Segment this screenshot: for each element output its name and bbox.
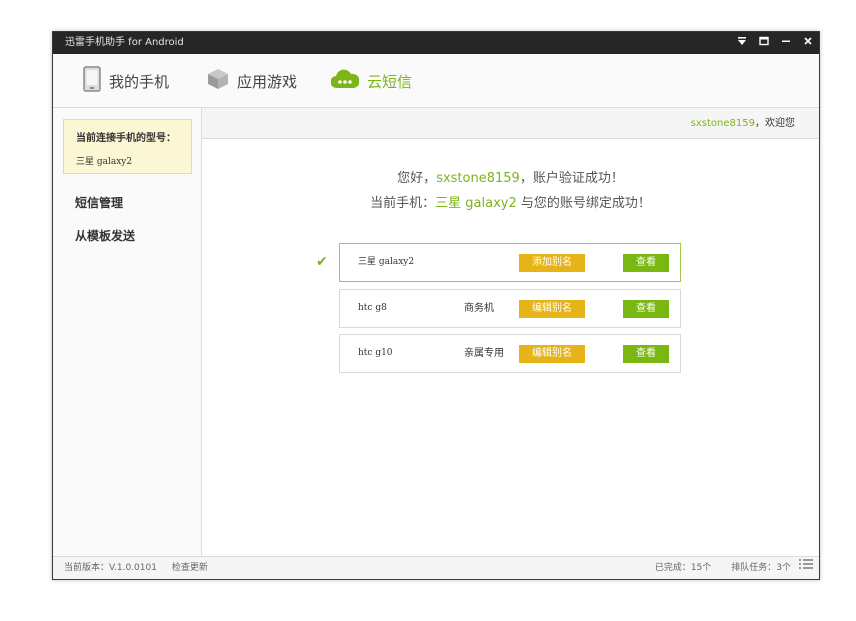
view-button[interactable]: 查看 [623,345,669,363]
current-phone-model: 三星 galaxy2 [76,157,133,167]
device-row[interactable]: htc g8 商务机 编辑别名 查看 [339,289,681,328]
view-button[interactable]: 查看 [623,300,669,318]
main-content: sxstone8159，欢迎您 您好，sxstone8159，账户验证成功！ 当… [202,108,819,556]
close-icon[interactable] [797,32,819,54]
edit-alias-button[interactable]: 编辑别名 [519,345,585,363]
box-icon [207,68,229,94]
cloud-chat-icon [330,69,360,93]
tab-my-phone[interactable]: 我的手机 [83,54,169,108]
tab-apps-games[interactable]: 应用游戏 [207,54,297,108]
device-row[interactable]: 三星 galaxy2 添加别名 查看 [339,243,681,282]
task-list-icon[interactable] [799,557,813,579]
completed-count[interactable]: 已完成：15个 [655,557,711,579]
title-bar: 迅雷手机助手 for Android [53,32,819,54]
selected-check-icon: ✔ [316,254,328,270]
status-left: 当前版本：V.1.0.0101 检查更新 [64,557,208,579]
menu-dropdown-icon[interactable] [731,32,753,54]
bind-success-message: 当前手机：三星 galaxy2 与您的账号绑定成功！ [202,192,819,211]
tab-label: 云短信 [367,72,413,91]
queued-count[interactable]: 排队任务：3个 [731,557,791,579]
username-link[interactable]: sxstone8159 [691,118,755,129]
window-controls [731,32,819,54]
check-update-link[interactable]: 检查更新 [172,563,208,573]
current-phone-box: 当前连接手机的型号： 三星 galaxy2 [63,119,192,174]
window-title: 迅雷手机助手 for Android [65,37,184,48]
device-row[interactable]: htc g10 亲属专用 编辑别名 查看 [339,334,681,373]
current-phone-label: 当前连接手机的型号： [76,133,176,144]
sidebar-item-sms-management[interactable]: 短信管理 [75,194,123,211]
add-alias-button[interactable]: 添加别名 [519,254,585,272]
status-bar: 当前版本：V.1.0.0101 检查更新 已完成：15个 排队任务：3个 [53,556,819,579]
edit-alias-button[interactable]: 编辑别名 [519,300,585,318]
main-nav: 我的手机 应用游戏 云短信 [53,54,819,108]
view-button[interactable]: 查看 [623,254,669,272]
greeting-suffix: ，账户验证成功！ [519,171,624,186]
tab-label: 我的手机 [109,72,170,91]
device-alias: 商务机 [464,303,494,314]
status-right: 已完成：15个 排队任务：3个 [655,557,813,579]
verify-success-message: 您好，sxstone8159，账户验证成功！ [202,167,819,186]
tab-cloud-sms[interactable]: 云短信 [330,54,413,108]
version-text: 当前版本：V.1.0.0101 [64,563,157,573]
welcome-text: ，欢迎您 [755,118,795,129]
sidebar: 当前连接手机的型号： 三星 galaxy2 短信管理 从模板发送 [53,108,202,556]
phone-icon [83,66,101,96]
minimize-icon[interactable] [775,32,797,54]
bind-suffix: 与您的账号绑定成功！ [516,196,651,211]
greeting-prefix: 您好， [397,171,437,186]
app-window: 迅雷手机助手 for Android 我的手机 应用游戏 云短信 当前连接手机的… [52,31,820,580]
device-name: htc g8 [358,303,387,313]
device-alias: 亲属专用 [464,348,504,359]
device-name: htc g10 [358,348,393,358]
tab-label: 应用游戏 [237,72,298,91]
message-phone: 三星 galaxy2 [435,196,517,211]
sidebar-item-send-from-template[interactable]: 从模板发送 [75,227,135,244]
device-name: 三星 galaxy2 [358,257,415,267]
user-bar: sxstone8159，欢迎您 [202,108,819,139]
phone-prefix: 当前手机： [370,196,436,211]
maximize-icon[interactable] [753,32,775,54]
message-username: sxstone8159 [436,171,520,186]
